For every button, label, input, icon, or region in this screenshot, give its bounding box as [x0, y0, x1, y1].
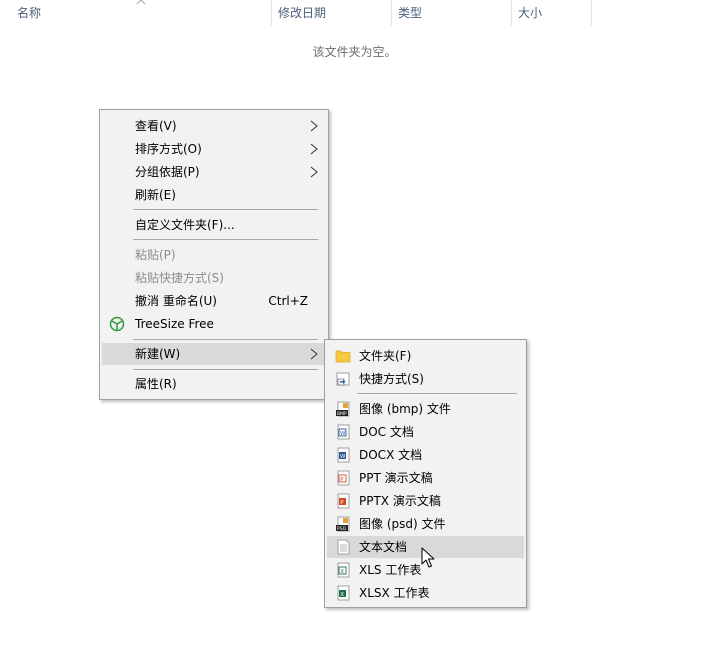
chevron-right-icon — [310, 120, 318, 132]
svg-text:BMP: BMP — [337, 411, 347, 417]
submenu-item-pptx[interactable]: P PPTX 演示文稿 — [327, 490, 524, 512]
empty-folder-message: 该文件夹为空。 — [312, 45, 397, 59]
submenu-item-folder[interactable]: 文件夹(F) — [327, 345, 524, 367]
pptx-file-icon: P — [337, 493, 350, 509]
menu-item-view[interactable]: 查看(V) — [102, 115, 326, 137]
menu-item-label: 新建(W) — [135, 347, 181, 361]
menu-item-label: DOCX 文档 — [359, 448, 423, 462]
menu-separator — [133, 209, 318, 210]
column-date-modified[interactable]: 修改日期 — [278, 0, 326, 26]
sort-ascending-icon — [136, 0, 146, 5]
menu-item-properties[interactable]: 属性(R) — [102, 373, 326, 395]
menu-item-new[interactable]: 新建(W) — [102, 343, 326, 365]
shortcut-icon — [336, 372, 350, 386]
menu-item-label: PPTX 演示文稿 — [359, 494, 441, 508]
menu-item-label: XLSX 工作表 — [359, 586, 430, 600]
menu-item-label: TreeSize Free — [135, 317, 214, 331]
menu-item-label: 文本文档 — [359, 540, 408, 554]
menu-item-label: 快捷方式(S) — [359, 372, 424, 386]
xlsx-file-icon: X — [337, 585, 350, 601]
menu-item-label: 粘贴(P) — [135, 248, 176, 262]
psd-image-icon: PSD — [336, 516, 350, 532]
chevron-right-icon — [310, 143, 318, 155]
menu-item-label: 查看(V) — [135, 119, 177, 133]
menu-item-shortcut: Ctrl+Z — [268, 294, 308, 308]
column-name[interactable]: 名称 — [17, 0, 41, 26]
submenu-item-ppt[interactable]: P PPT 演示文稿 — [327, 467, 524, 489]
menu-item-label: 刷新(E) — [135, 188, 176, 202]
menu-item-label: XLS 工作表 — [359, 563, 422, 577]
chevron-right-icon — [310, 166, 318, 178]
folder-icon — [335, 350, 351, 363]
svg-text:W: W — [340, 431, 346, 437]
column-divider[interactable] — [391, 0, 392, 26]
ppt-file-icon: P — [337, 470, 350, 486]
column-divider[interactable] — [591, 0, 592, 26]
menu-separator — [133, 339, 318, 340]
menu-item-label: 属性(R) — [135, 377, 177, 391]
docx-file-icon: W — [337, 447, 350, 463]
column-size[interactable]: 大小 — [518, 0, 542, 26]
svg-text:X: X — [340, 569, 344, 575]
submenu-item-shortcut[interactable]: 快捷方式(S) — [327, 368, 524, 390]
menu-item-label: 自定义文件夹(F)... — [135, 218, 235, 232]
chevron-right-icon — [310, 348, 318, 360]
menu-separator — [357, 393, 517, 394]
submenu-item-doc[interactable]: W DOC 文档 — [327, 421, 524, 443]
svg-text:X: X — [340, 592, 344, 598]
menu-item-treesize[interactable]: TreeSize Free — [102, 313, 326, 335]
context-menu: 查看(V) 排序方式(O) 分组依据(P) 刷新(E) 自定义文件夹(F)...… — [99, 109, 329, 400]
menu-item-label: 分组依据(P) — [135, 165, 200, 179]
svg-text:PSD: PSD — [337, 526, 347, 532]
text-document-icon — [337, 539, 350, 555]
menu-item-refresh[interactable]: 刷新(E) — [102, 184, 326, 206]
menu-item-label: 粘贴快捷方式(S) — [135, 271, 224, 285]
svg-text:W: W — [340, 454, 346, 460]
mouse-cursor-icon — [421, 547, 435, 568]
menu-item-label: 文件夹(F) — [359, 349, 412, 363]
menu-item-customize-folder[interactable]: 自定义文件夹(F)... — [102, 214, 326, 236]
menu-separator — [133, 239, 318, 240]
menu-item-group[interactable]: 分组依据(P) — [102, 161, 326, 183]
submenu-item-docx[interactable]: W DOCX 文档 — [327, 444, 524, 466]
menu-item-paste-shortcut[interactable]: 粘贴快捷方式(S) — [102, 267, 326, 289]
column-header: 名称 修改日期 类型 大小 — [0, 0, 600, 26]
column-divider[interactable] — [511, 0, 512, 26]
doc-file-icon: W — [337, 424, 350, 440]
submenu-item-bmp[interactable]: BMP 图像 (bmp) 文件 — [327, 398, 524, 420]
menu-separator — [133, 369, 318, 370]
menu-item-undo-rename[interactable]: 撤消 重命名(U) Ctrl+Z — [102, 290, 326, 312]
xls-file-icon: X — [337, 562, 350, 578]
menu-item-label: 撤消 重命名(U) — [135, 294, 217, 308]
submenu-item-xlsx[interactable]: X XLSX 工作表 — [327, 582, 524, 604]
menu-item-label: 图像 (psd) 文件 — [359, 517, 446, 531]
bmp-image-icon: BMP — [336, 401, 350, 417]
menu-item-label: 排序方式(O) — [135, 142, 202, 156]
column-divider[interactable] — [271, 0, 272, 26]
menu-item-label: DOC 文档 — [359, 425, 414, 439]
menu-item-sort[interactable]: 排序方式(O) — [102, 138, 326, 160]
menu-item-label: 图像 (bmp) 文件 — [359, 402, 451, 416]
column-type[interactable]: 类型 — [398, 0, 422, 26]
treesize-icon — [109, 316, 125, 332]
submenu-item-psd[interactable]: PSD 图像 (psd) 文件 — [327, 513, 524, 535]
menu-item-paste[interactable]: 粘贴(P) — [102, 244, 326, 266]
menu-item-label: PPT 演示文稿 — [359, 471, 433, 485]
